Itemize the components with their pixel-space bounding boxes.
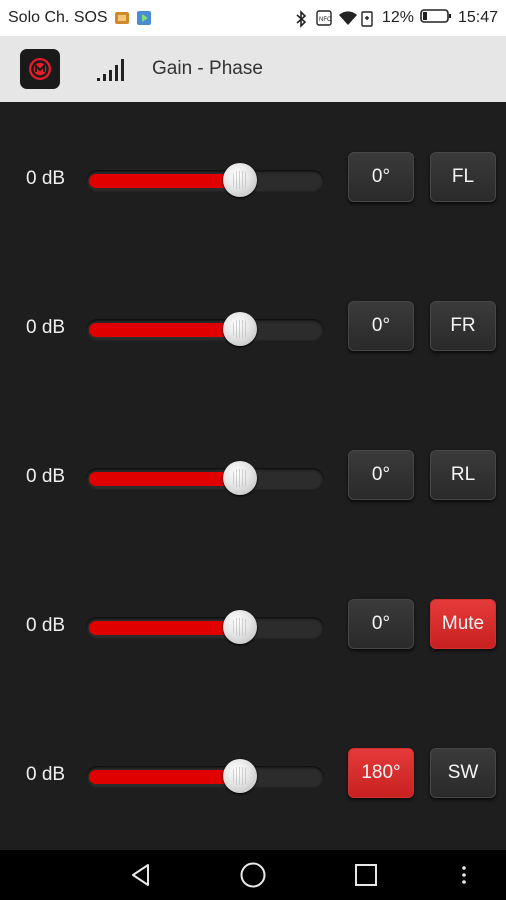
app-logo-icon[interactable]	[20, 49, 60, 89]
bluetooth-icon	[294, 10, 310, 28]
channel-button-fl[interactable]: FL	[430, 152, 496, 202]
slider-thumb[interactable]	[222, 759, 257, 793]
carrier-text: Solo Ch. SOS	[8, 9, 108, 26]
slider-fill	[89, 472, 240, 486]
page-title: Gain - Phase	[152, 58, 263, 79]
nfc-icon: NFC	[316, 10, 332, 26]
phase-button[interactable]: 0°	[348, 301, 414, 351]
channel-row: 0 dB 0° FL	[0, 152, 506, 212]
slider-fill	[89, 770, 240, 784]
battery-saver-icon	[360, 10, 376, 27]
phase-button[interactable]: 0°	[348, 599, 414, 649]
slider-fill	[89, 621, 240, 635]
gain-value-label: 0 dB	[26, 466, 66, 487]
slider-fill	[89, 174, 240, 188]
slider-thumb[interactable]	[222, 461, 257, 495]
gain-value-label: 0 dB	[26, 764, 66, 785]
gain-slider[interactable]	[86, 163, 324, 197]
slider-thumb[interactable]	[222, 312, 257, 346]
gain-slider[interactable]	[86, 610, 324, 644]
signal-strength-icon	[96, 56, 128, 82]
gain-value-label: 0 dB	[26, 317, 66, 338]
slider-fill	[89, 323, 240, 337]
slider-thumb[interactable]	[222, 163, 257, 197]
notification-image-icon	[114, 10, 130, 26]
app-bar: Gain - Phase	[0, 36, 506, 102]
gain-slider[interactable]	[86, 312, 324, 346]
battery-icon	[420, 8, 452, 29]
channel-row: 0 dB 0° RL	[0, 450, 506, 510]
channel-button-fr[interactable]: FR	[430, 301, 496, 351]
status-bar: Solo Ch. SOS NFC 12% 15:47	[0, 0, 506, 36]
channel-button-sw[interactable]: SW	[430, 748, 496, 798]
status-right: NFC 12% 15:47	[294, 8, 498, 29]
channel-row: 0 dB 0° Mute	[0, 599, 506, 659]
status-left: Solo Ch. SOS	[8, 9, 294, 27]
gain-value-label: 0 dB	[26, 168, 66, 189]
phase-button[interactable]: 0°	[348, 450, 414, 500]
gain-phase-panel: 0 dB 0° FL 0 dB 0° FR 0 dB 0° RL 0 dB 0°…	[0, 102, 506, 850]
battery-percent: 12%	[381, 9, 414, 26]
home-icon[interactable]	[238, 860, 268, 890]
gain-slider[interactable]	[86, 759, 324, 793]
gain-value-label: 0 dB	[26, 615, 66, 636]
phase-button[interactable]: 0°	[348, 152, 414, 202]
svg-text:NFC: NFC	[319, 17, 332, 23]
system-navigation-bar	[0, 850, 506, 900]
channel-row: 0 dB 0° FR	[0, 301, 506, 361]
wifi-icon	[338, 10, 357, 26]
recents-icon[interactable]	[351, 860, 381, 890]
slider-thumb[interactable]	[222, 610, 257, 644]
more-icon[interactable]	[449, 860, 479, 890]
channel-button-rl[interactable]: RL	[430, 450, 496, 500]
phase-button[interactable]: 180°	[348, 748, 414, 798]
clock: 15:47	[457, 9, 498, 26]
play-store-icon	[136, 10, 152, 26]
back-icon[interactable]	[126, 860, 156, 890]
mute-button[interactable]: Mute	[430, 599, 496, 649]
channel-row: 0 dB 180° SW	[0, 748, 506, 808]
gain-slider[interactable]	[86, 461, 324, 495]
